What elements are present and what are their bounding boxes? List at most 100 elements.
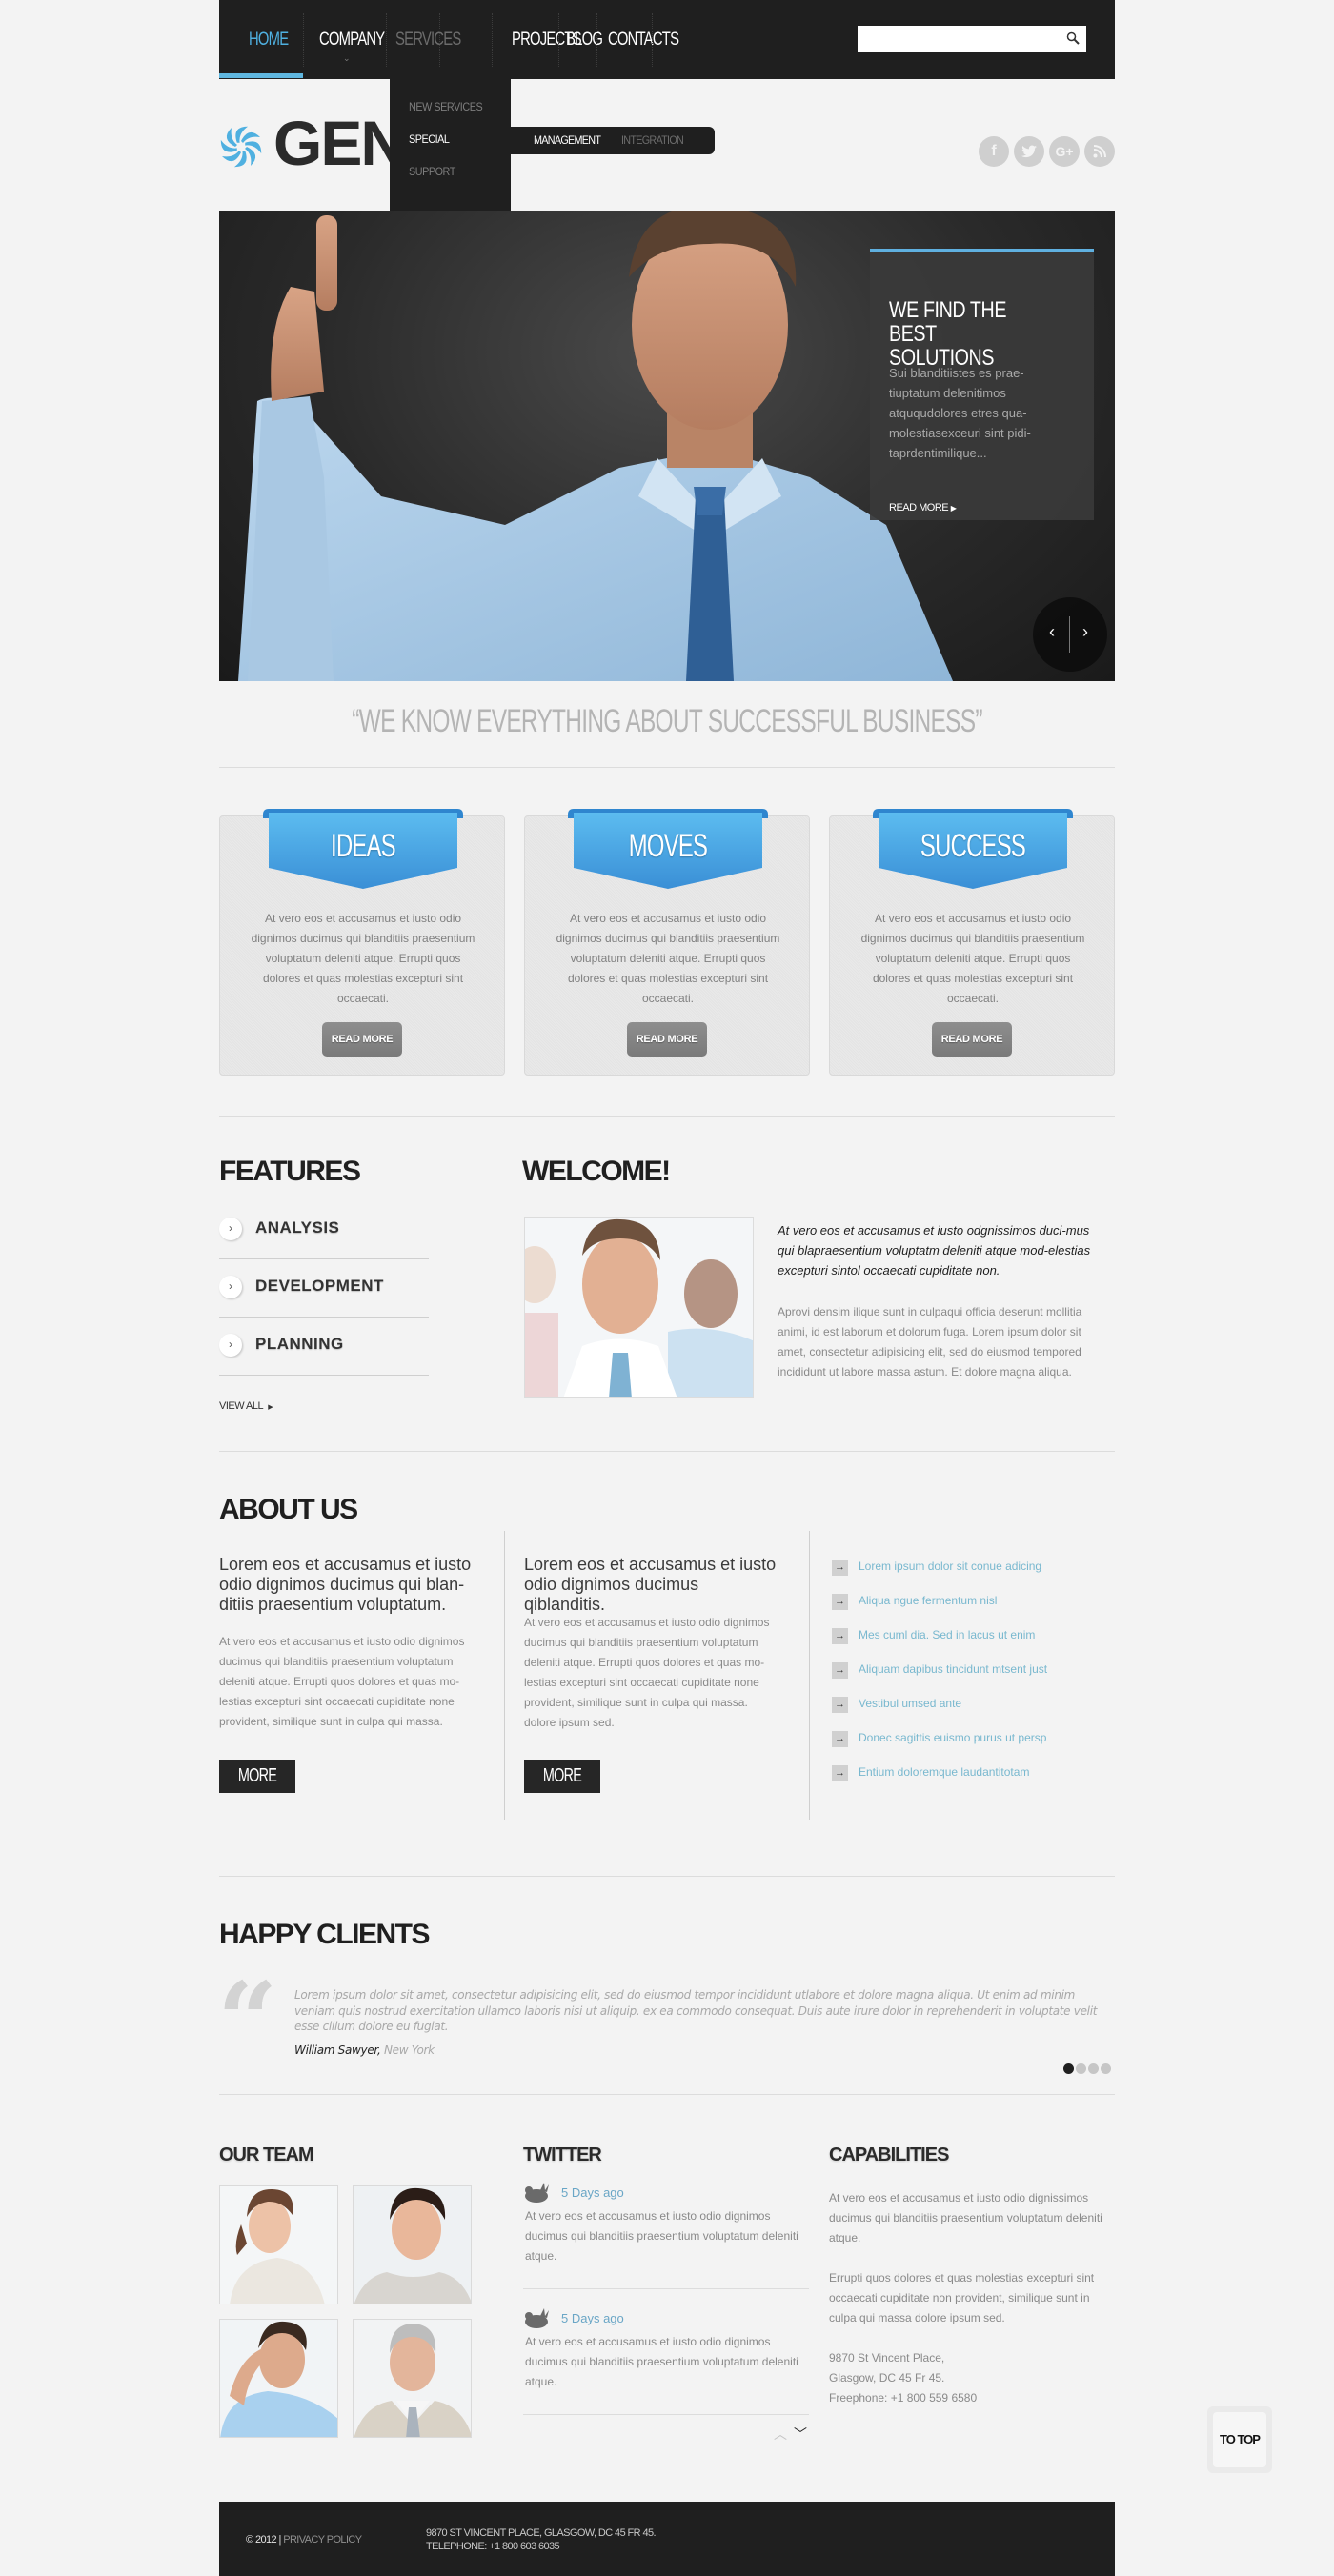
hero-caption-text: Sui blanditiistes es prae-tiuptatum dele… bbox=[889, 366, 1031, 460]
pager-dot[interactable] bbox=[1063, 2063, 1074, 2074]
about-text: At vero eos et accusamus et iusto odio d… bbox=[524, 1616, 770, 1729]
divider bbox=[219, 2094, 1115, 2095]
box-success: SUCCESS At vero eos et accusamus et iust… bbox=[829, 809, 1115, 1076]
logo-text[interactable]: GEN bbox=[273, 107, 406, 179]
about-lead: Lorem eos et accusamus et iusto odio dig… bbox=[219, 1555, 472, 1614]
read-more-button[interactable]: READ MORE bbox=[627, 1022, 707, 1057]
tweets-down-button[interactable]: ﹀ bbox=[794, 2425, 807, 2444]
hero-caption-title: WE FIND THE BEST SOLUTIONS bbox=[889, 297, 1007, 371]
nav-separator bbox=[652, 13, 653, 67]
read-more-button[interactable]: READ MORE bbox=[322, 1022, 402, 1057]
team-member-photo[interactable] bbox=[219, 2319, 338, 2438]
search-input[interactable] bbox=[858, 26, 1058, 52]
tweet-text: At vero eos et accusamus et iusto odio d… bbox=[525, 2335, 798, 2388]
welcome-heading: WELCOME! bbox=[522, 1156, 671, 1187]
privacy-policy-link[interactable]: PRIVACY POLICY bbox=[283, 2534, 362, 2546]
slider-next-button[interactable]: › bbox=[1082, 622, 1088, 642]
arrow-right-icon: → bbox=[832, 1662, 848, 1679]
team-member-image bbox=[220, 2320, 337, 2437]
to-top-button[interactable]: TO TOP bbox=[1207, 2406, 1272, 2473]
twitter-bird-icon bbox=[525, 2183, 549, 2203]
chevron-right-icon: › bbox=[219, 1276, 242, 1298]
pager-dot[interactable] bbox=[1088, 2063, 1099, 2074]
dropdown-item-special[interactable]: SPECIAL bbox=[409, 132, 450, 146]
chevron-right-icon: › bbox=[219, 1218, 242, 1240]
nav-separator bbox=[558, 13, 559, 67]
dropdown-item-support[interactable]: SUPPORT bbox=[409, 165, 455, 178]
dropdown-item-new-services[interactable]: NEW SERVICES bbox=[409, 100, 483, 113]
hero-read-more-link[interactable]: READ MORE ▶ bbox=[889, 502, 957, 513]
tweet-text: At vero eos et accusamus et iusto odio d… bbox=[525, 2209, 798, 2263]
about-text: At vero eos et accusamus et iusto odio d… bbox=[219, 1635, 465, 1728]
box-text: At vero eos et accusamus et iusto odio d… bbox=[860, 912, 1085, 1005]
box-text: At vero eos et accusamus et iusto odio d… bbox=[556, 912, 780, 1005]
hero-caption-card: WE FIND THE BEST SOLUTIONS Sui blanditii… bbox=[870, 249, 1094, 520]
arrow-right-icon: → bbox=[832, 1560, 848, 1576]
nav-services[interactable]: SERVICES bbox=[395, 0, 461, 79]
chevron-down-icon: ⌄ bbox=[343, 53, 351, 63]
arrow-right-icon: → bbox=[832, 1594, 848, 1610]
slider-nav-divider bbox=[1069, 616, 1070, 653]
facebook-icon[interactable]: f bbox=[979, 136, 1009, 167]
tweet-date-link[interactable]: 5 Days ago bbox=[561, 2311, 624, 2325]
twitter-bird-icon bbox=[525, 2308, 549, 2328]
capabilities-address: 9870 St Vincent Place, Glasgow, DC 45 Fr… bbox=[829, 2351, 978, 2405]
arrow-right-icon: → bbox=[832, 1731, 848, 1747]
more-button[interactable]: MORE bbox=[524, 1760, 600, 1793]
divider bbox=[219, 1116, 1115, 1117]
tweet-date-link[interactable]: 5 Days ago bbox=[561, 2185, 624, 2200]
slider-nav: ‹ › bbox=[1033, 597, 1107, 672]
feature-item-planning[interactable]: › PLANNING bbox=[219, 1318, 429, 1376]
caret-right-icon: ▶ bbox=[268, 1404, 273, 1411]
slider-prev-button[interactable]: ‹ bbox=[1049, 622, 1055, 642]
services-submenu: MANAGEMENT INTEGRATION bbox=[510, 127, 715, 154]
more-button[interactable]: MORE bbox=[219, 1760, 295, 1793]
box-ideas: IDEAS At vero eos et accusamus et iusto … bbox=[219, 809, 505, 1076]
box-title: SUCCESS bbox=[920, 828, 1026, 864]
arrow-right-icon: → bbox=[832, 1628, 848, 1644]
testimonial-text: Lorem ipsum dolor sit amet, consectetur … bbox=[294, 1988, 1098, 2033]
chevron-right-icon: › bbox=[219, 1334, 242, 1357]
tweets-up-button[interactable]: ︿ bbox=[774, 2425, 787, 2444]
nav-separator bbox=[439, 13, 440, 67]
welcome-lead: At vero eos et accusamus et iusto odgnis… bbox=[778, 1223, 1091, 1278]
caret-right-icon: ▶ bbox=[950, 504, 957, 513]
google-plus-icon[interactable]: G+ bbox=[1049, 136, 1080, 167]
view-all-link[interactable]: VIEW ALL ▶ bbox=[219, 1400, 273, 1412]
divider bbox=[219, 1876, 1115, 1877]
twitter-icon[interactable] bbox=[1014, 136, 1044, 167]
box-title: IDEAS bbox=[331, 828, 396, 864]
team-member-photo[interactable] bbox=[353, 2185, 472, 2304]
nav-contacts[interactable]: CONTACTS bbox=[608, 0, 679, 79]
submenu-item-integration[interactable]: INTEGRATION bbox=[621, 133, 684, 147]
nav-separator bbox=[492, 13, 493, 67]
pager-dot[interactable] bbox=[1076, 2063, 1086, 2074]
team-member-image bbox=[354, 2320, 471, 2437]
arrow-right-icon: → bbox=[832, 1765, 848, 1781]
capabilities-text: Errupti quos dolores et quas molestias e… bbox=[829, 2271, 1095, 2324]
box-text: At vero eos et accusamus et iusto odio d… bbox=[251, 912, 475, 1005]
team-member-image bbox=[220, 2186, 337, 2304]
team-member-photo[interactable] bbox=[219, 2185, 338, 2304]
box-title: MOVES bbox=[628, 828, 708, 864]
rss-icon[interactable] bbox=[1084, 136, 1115, 167]
features-heading: FEATURES bbox=[219, 1156, 361, 1187]
about-heading: ABOUT US bbox=[219, 1494, 358, 1525]
nav-separator bbox=[596, 13, 597, 67]
team-heading: OUR TEAM bbox=[219, 2144, 314, 2165]
copyright: © 2012 | PRIVACY POLICY bbox=[246, 2534, 362, 2546]
slogan: “WE KNOW EVERYTHING ABOUT SUCCESSFUL BUS… bbox=[352, 703, 982, 739]
hero-slider: WE FIND THE BEST SOLUTIONS Sui blanditii… bbox=[219, 211, 1115, 681]
feature-item-analysis[interactable]: › ANALYSIS bbox=[219, 1201, 429, 1259]
pager-dot[interactable] bbox=[1101, 2063, 1111, 2074]
search-icon[interactable] bbox=[1065, 30, 1081, 46]
submenu-item-management[interactable]: MANAGEMENT bbox=[534, 133, 601, 147]
nav-home[interactable]: HOME bbox=[249, 0, 289, 79]
nav-company[interactable]: COMPANY bbox=[319, 0, 385, 79]
divider bbox=[523, 2288, 809, 2289]
feature-item-development[interactable]: › DEVELOPMENT bbox=[219, 1259, 429, 1318]
team-member-photo[interactable] bbox=[353, 2319, 472, 2438]
nav-separator bbox=[386, 13, 387, 67]
read-more-button[interactable]: READ MORE bbox=[932, 1022, 1012, 1057]
divider bbox=[219, 1451, 1115, 1452]
